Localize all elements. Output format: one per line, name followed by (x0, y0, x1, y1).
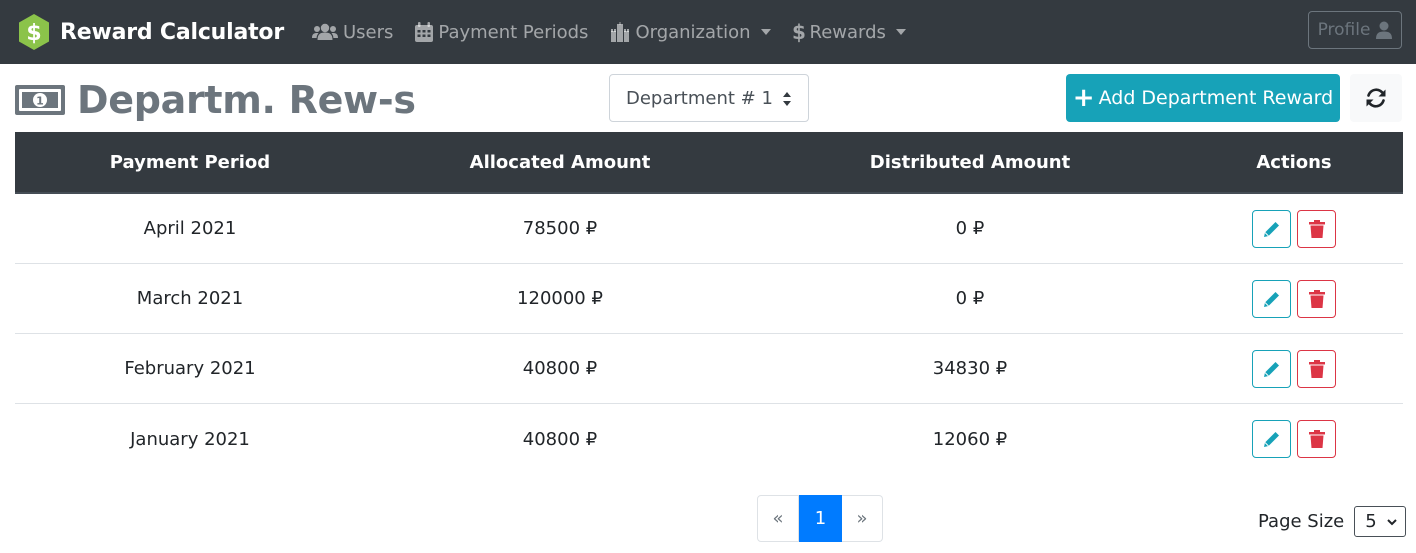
nav-item-rewards[interactable]: $ Rewards (793, 21, 906, 43)
edit-button[interactable] (1252, 209, 1291, 248)
cell-distributed: 0 ₽ (955, 288, 985, 309)
page-title: 1 Departm. Rew-s (15, 78, 416, 122)
navbar: $ Reward Calculator Users Payment Period… (0, 0, 1416, 64)
cell-allocated: 40800 ₽ (522, 428, 598, 450)
nav-item-organization[interactable]: Organization (610, 21, 771, 43)
svg-text:$: $ (793, 21, 805, 43)
calendar-icon (415, 22, 434, 42)
profile-label: Profile (1317, 20, 1371, 40)
nav-item-label: Organization (635, 21, 751, 43)
column-header-actions: Actions (1256, 151, 1332, 173)
delete-button[interactable] (1297, 279, 1336, 318)
dollar-icon: $ (793, 21, 805, 43)
nav-item-label: Users (343, 21, 394, 43)
pencil-icon (1263, 432, 1279, 447)
cell-distributed: 12060 ₽ (932, 428, 1008, 450)
delete-button[interactable] (1297, 209, 1336, 248)
trash-icon (1308, 289, 1325, 308)
cell-distributed: 0 ₽ (955, 218, 985, 239)
cell-period: February 2021 (124, 358, 256, 379)
add-button-label: Add Department Reward (1098, 87, 1334, 109)
edit-button[interactable] (1252, 420, 1291, 458)
nav-item-label: Rewards (809, 21, 886, 43)
row-actions (1185, 279, 1403, 318)
row-actions (1185, 420, 1403, 458)
department-rewards-table: Payment Period Allocated Amount Distribu… (15, 132, 1403, 474)
cell-period: January 2021 (130, 428, 250, 450)
user-icon (1376, 21, 1393, 39)
plus-icon: + (1072, 83, 1095, 113)
cell-allocated: 78500 ₽ (522, 218, 598, 239)
page-next-button[interactable]: » (842, 495, 883, 542)
profile-button[interactable]: Profile (1308, 11, 1402, 49)
users-icon (312, 23, 338, 40)
dollar-badge-icon: $ (19, 14, 49, 50)
column-header-allocated-amount[interactable]: Allocated Amount (365, 152, 755, 173)
column-header-distributed-amount[interactable]: Distributed Amount (755, 152, 1185, 173)
page-size-select[interactable]: 5 (1354, 506, 1407, 537)
delete-button[interactable] (1297, 349, 1336, 388)
refresh-button[interactable] (1350, 74, 1402, 122)
cell-period: April 2021 (143, 218, 237, 239)
table-header: Payment Period Allocated Amount Distribu… (15, 132, 1403, 194)
table-row: February 2021 40800 ₽ 34830 ₽ (15, 334, 1403, 404)
brand[interactable]: $ Reward Calculator (17, 13, 284, 51)
edit-button[interactable] (1252, 279, 1291, 318)
chevron-down-icon (760, 29, 771, 35)
page-current-button[interactable]: 1 (799, 495, 842, 542)
cell-allocated: 120000 ₽ (517, 288, 603, 309)
pagination: « 1 » (757, 495, 883, 542)
delete-button[interactable] (1297, 420, 1336, 458)
row-actions (1185, 209, 1403, 248)
cell-period: March 2021 (136, 288, 244, 309)
money-bill-icon: 1 (15, 85, 65, 115)
page-heading: Departm. Rew-s (77, 78, 416, 122)
building-icon (611, 22, 630, 42)
refresh-icon (1366, 88, 1386, 108)
svg-text:1: 1 (36, 95, 44, 108)
chevron-down-icon (895, 29, 906, 35)
trash-icon (1308, 430, 1325, 448)
chevron-down-icon (1387, 519, 1397, 526)
department-select-value: Department # 1 (626, 87, 773, 109)
cell-allocated: 40800 ₽ (522, 358, 598, 379)
svg-text:$: $ (26, 21, 41, 46)
nav-item-label: Payment Periods (438, 21, 589, 43)
select-arrows-icon (783, 92, 791, 106)
page-prev-button[interactable]: « (757, 495, 799, 542)
add-department-reward-button[interactable]: + Add Department Reward (1066, 74, 1340, 122)
page-size-value: 5 (1365, 511, 1377, 532)
page-size-label: Page Size (1258, 511, 1345, 532)
brand-title: Reward Calculator (60, 19, 284, 45)
table-row: April 2021 78500 ₽ 0 ₽ (15, 194, 1403, 264)
pencil-icon (1263, 221, 1279, 237)
row-actions (1185, 349, 1403, 388)
pencil-icon (1263, 361, 1279, 377)
trash-icon (1308, 359, 1325, 378)
nav-item-payment-periods[interactable]: Payment Periods (415, 22, 588, 43)
page-size-control: Page Size 5 (1258, 506, 1407, 537)
edit-button[interactable] (1252, 349, 1291, 388)
table-row: January 2021 40800 ₽ 12060 ₽ (15, 404, 1403, 474)
department-select[interactable]: Department # 1 (609, 74, 809, 122)
trash-icon (1308, 219, 1325, 238)
pencil-icon (1263, 291, 1279, 307)
column-header-payment-period[interactable]: Payment Period (15, 152, 365, 173)
cell-distributed: 34830 ₽ (932, 358, 1008, 379)
table-row: March 2021 120000 ₽ 0 ₽ (15, 264, 1403, 334)
nav-item-users[interactable]: Users (312, 22, 393, 43)
